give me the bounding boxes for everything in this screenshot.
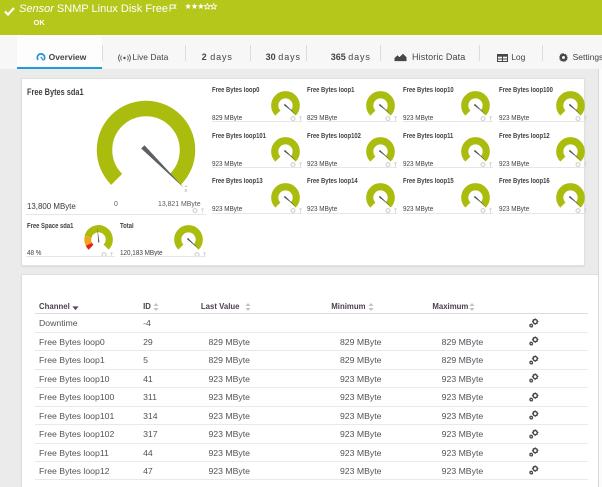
svg-text:x: x xyxy=(185,187,188,193)
